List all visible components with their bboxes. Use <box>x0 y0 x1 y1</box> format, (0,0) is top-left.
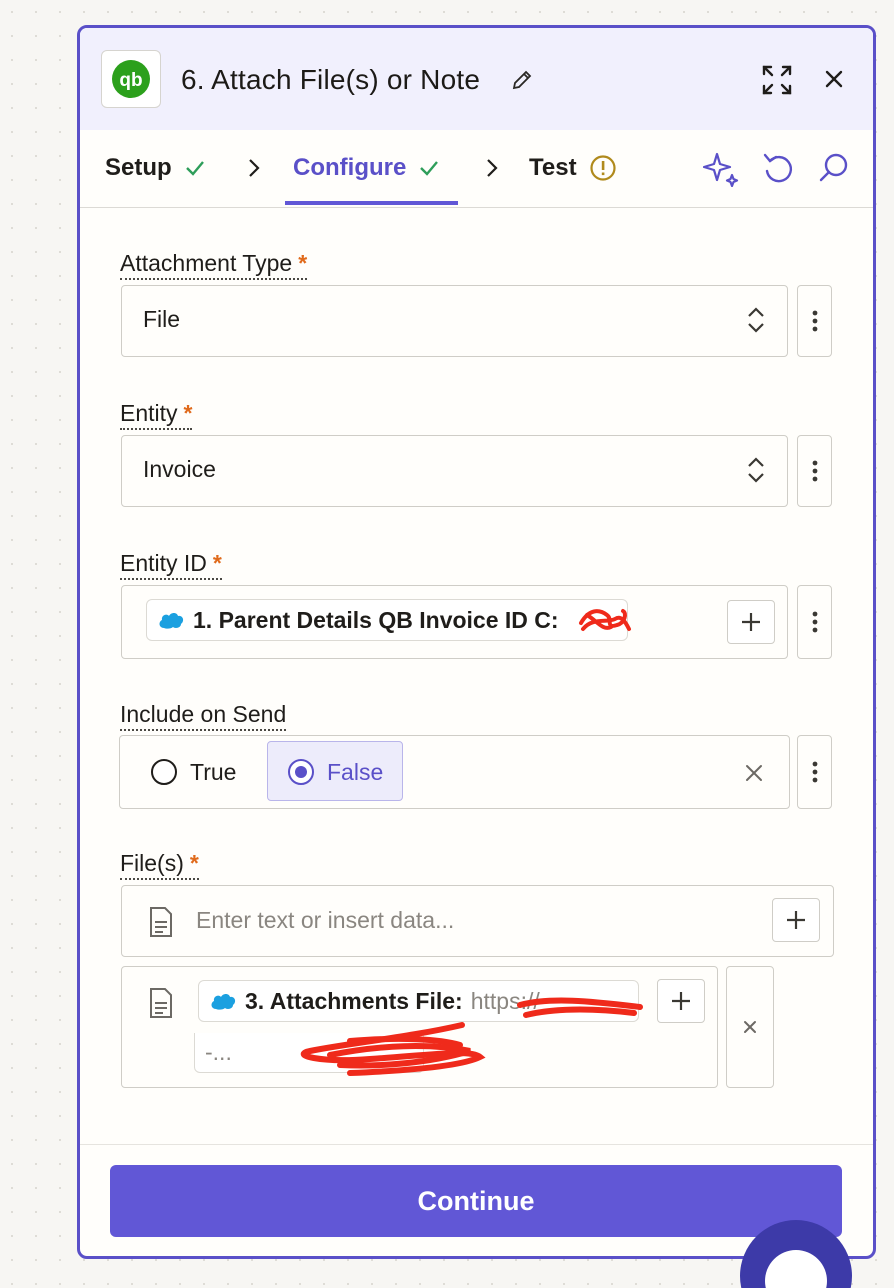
document-icon <box>150 907 172 937</box>
required-marker: * <box>189 850 199 876</box>
files-label: File(s) * <box>120 849 199 880</box>
radio-true[interactable]: True <box>150 758 236 786</box>
continue-button[interactable]: Continue <box>110 1165 842 1237</box>
radio-false[interactable]: False <box>287 758 383 786</box>
more-vertical-icon <box>812 310 817 332</box>
close-icon[interactable] <box>824 69 844 94</box>
required-marker: * <box>183 400 193 426</box>
more-vertical-icon <box>812 761 817 783</box>
step-header: qb 6. Attach File(s) or Note <box>80 28 873 130</box>
file-item-url-continued: -... <box>205 1039 232 1065</box>
insert-data-button[interactable] <box>657 979 705 1023</box>
radio-unchecked-icon <box>151 759 177 785</box>
file-item-input[interactable]: 3. Attachments File: https:// -... <box>121 966 718 1088</box>
step-panel: qb 6. Attach File(s) or Note Setup Confi… <box>77 25 876 1259</box>
chat-bubble-icon <box>765 1250 827 1288</box>
edit-icon[interactable] <box>510 68 534 97</box>
entity-id-label: Entity ID * <box>120 549 222 580</box>
active-tab-indicator <box>285 201 458 205</box>
radio-true-label: True <box>190 758 237 785</box>
entity-id-pill-text: 1. Parent Details QB Invoice ID C: <box>193 606 559 633</box>
remove-file-button[interactable] <box>726 966 774 1088</box>
step-title[interactable]: 6. Attach File(s) or Note <box>181 64 480 96</box>
insert-data-button[interactable] <box>772 898 820 942</box>
files-placeholder: Enter text or insert data... <box>196 907 455 933</box>
entity-more-button[interactable] <box>797 435 832 507</box>
chevron-right-icon <box>249 159 260 177</box>
entity-id-label-text: Entity ID <box>120 550 207 576</box>
required-marker: * <box>298 250 308 276</box>
tab-test[interactable]: Test <box>529 154 617 182</box>
document-icon <box>150 988 172 1018</box>
entity-id-input[interactable]: 1. Parent Details QB Invoice ID C: <box>121 585 788 659</box>
attachment-type-value: File <box>143 306 181 332</box>
attachment-type-select[interactable]: File <box>121 285 788 357</box>
insert-data-button[interactable] <box>727 600 775 644</box>
undo-icon[interactable] <box>762 151 794 185</box>
files-label-text: File(s) <box>120 850 184 876</box>
more-vertical-icon <box>812 611 817 633</box>
data-pill[interactable]: 3. Attachments File: https:// <box>198 980 639 1022</box>
step-tabs: Setup Configure Test <box>80 130 873 208</box>
entity-label-text: Entity <box>120 400 178 426</box>
salesforce-logo-icon <box>159 613 184 629</box>
attachment-type-label: Attachment Type * <box>120 249 308 280</box>
data-pill-continued: -... <box>194 1033 424 1073</box>
check-icon <box>420 161 439 176</box>
chevron-right-icon <box>487 159 498 177</box>
include-on-send-label-text: Include on Send <box>120 701 287 727</box>
plus-icon <box>742 613 760 631</box>
include-on-send-radio-group: True False <box>119 735 790 809</box>
more-vertical-icon <box>812 460 817 482</box>
search-icon[interactable] <box>818 151 850 185</box>
plus-icon <box>672 992 690 1010</box>
tab-configure-label: Configure <box>293 154 407 181</box>
radio-false-label: False <box>327 758 384 785</box>
entity-label: Entity * <box>120 399 193 430</box>
tab-setup[interactable]: Setup <box>105 154 206 182</box>
include-on-send-label: Include on Send <box>120 700 287 731</box>
file-item-url: https:// <box>470 987 540 1014</box>
quickbooks-logo-icon: qb <box>101 50 161 108</box>
radio-checked-icon <box>288 759 314 785</box>
entity-id-more-button[interactable] <box>797 585 832 659</box>
attachment-type-more-button[interactable] <box>797 285 832 357</box>
entity-select[interactable]: Invoice <box>121 435 788 507</box>
clear-icon[interactable] <box>745 764 763 782</box>
warning-icon <box>589 155 616 181</box>
tab-setup-label: Setup <box>105 154 172 181</box>
updown-chevron-icon <box>748 457 764 483</box>
data-pill[interactable]: 1. Parent Details QB Invoice ID C: <box>146 599 628 641</box>
files-input[interactable]: Enter text or insert data... <box>121 885 834 957</box>
attachment-type-label-text: Attachment Type <box>120 250 293 276</box>
close-icon <box>744 1021 756 1033</box>
required-marker: * <box>212 550 222 576</box>
footer-divider <box>80 1144 873 1145</box>
sparkle-icon[interactable] <box>703 151 739 187</box>
svg-text:qb: qb <box>119 70 142 91</box>
salesforce-logo-icon <box>211 994 236 1010</box>
file-item-pill-text: 3. Attachments File: <box>245 987 463 1014</box>
check-icon <box>185 161 204 176</box>
tab-test-label: Test <box>529 154 577 181</box>
tab-configure[interactable]: Configure <box>293 154 440 182</box>
include-on-send-more-button[interactable] <box>797 735 832 809</box>
plus-icon <box>787 911 805 929</box>
entity-value: Invoice <box>143 456 216 482</box>
updown-chevron-icon <box>748 307 764 333</box>
expand-icon[interactable] <box>761 64 793 101</box>
